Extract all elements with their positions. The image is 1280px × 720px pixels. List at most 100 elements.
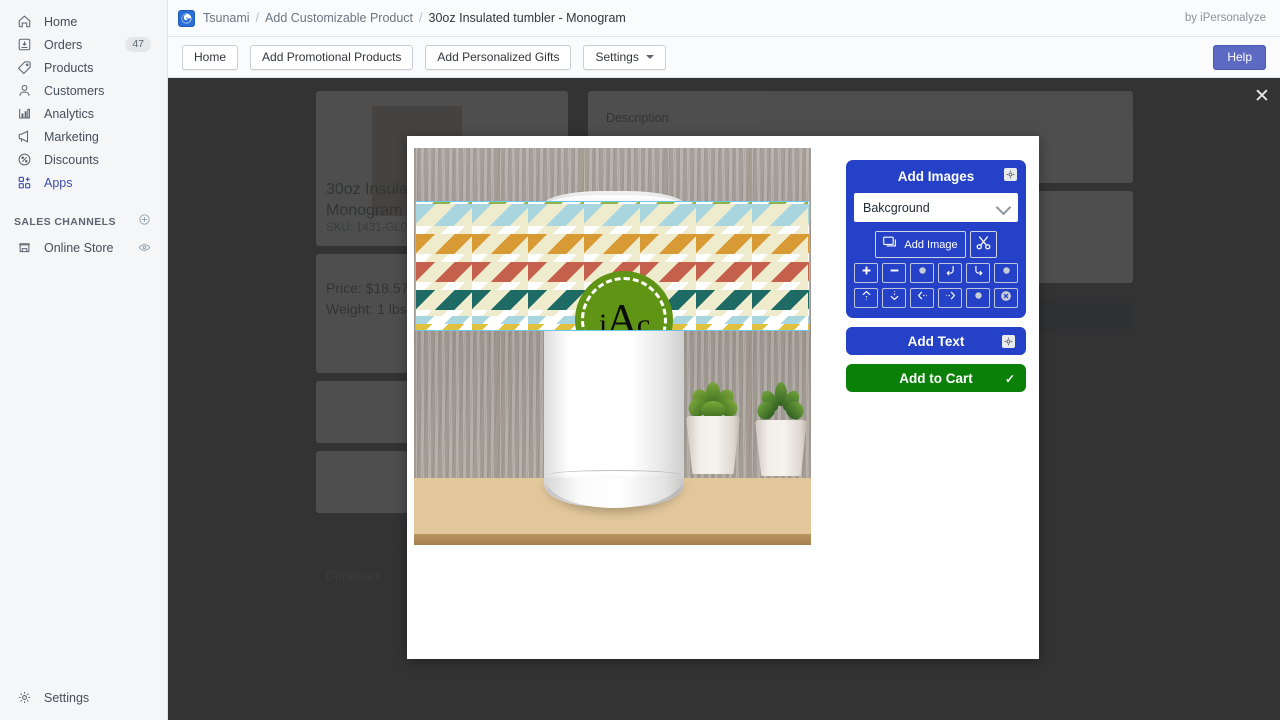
sidebar-item-orders[interactable]: Orders 47 <box>6 33 161 56</box>
artwork-layer-chevron[interactable]: jAc <box>415 201 810 331</box>
sidebar-item-online-store[interactable]: Online Store <box>6 236 161 259</box>
image-stack-icon <box>883 236 899 253</box>
breadcrumb-separator: / <box>255 11 260 25</box>
monogram-initial-left: j <box>598 308 607 331</box>
product-title-line1: 30oz Insula <box>326 181 408 198</box>
product-type-label: Product Type <box>326 537 400 551</box>
table-edge <box>414 534 811 545</box>
product-preview-canvas[interactable]: jAc <box>414 148 811 545</box>
image-tools-row-1 <box>854 263 1018 283</box>
zoom-out-button[interactable] <box>882 263 906 283</box>
sidebar-item-apps[interactable]: Apps <box>6 171 161 194</box>
sidebar-item-analytics[interactable]: Analytics <box>6 102 161 125</box>
sidebar-item-label: Home <box>44 14 78 29</box>
eye-icon[interactable] <box>138 241 151 254</box>
sidebar-item-products[interactable]: Products <box>6 56 161 79</box>
sidebar-item-label: Analytics <box>44 106 95 121</box>
product-title-line2: Monogram <box>326 202 403 219</box>
delete-circle-icon <box>999 289 1013 308</box>
tab-add-personalized-gifts[interactable]: Add Personalized Gifts <box>425 44 572 70</box>
rotate-right-icon <box>972 264 985 282</box>
circle-icon <box>972 289 985 307</box>
sidebar-item-label: Apps <box>44 175 73 190</box>
move-left-button[interactable] <box>910 288 934 308</box>
close-icon[interactable]: ✕ <box>1244 78 1280 114</box>
tsunami-wave-logo[interactable] <box>178 9 195 27</box>
monogram-text: jAc <box>598 298 650 331</box>
sidebar-item-label: Settings <box>44 690 90 705</box>
minus-icon <box>888 264 901 282</box>
sidebar-item-settings[interactable]: Settings <box>6 686 162 709</box>
settings-dropdown-button[interactable]: Settings <box>583 44 666 70</box>
image-layer-select[interactable]: Bakcground <box>854 193 1018 222</box>
tab-add-promotional-products[interactable]: Add Promotional Products <box>250 44 414 70</box>
image-tool-circle-1[interactable] <box>910 263 934 283</box>
apps-grid-icon <box>14 173 34 193</box>
add-text-button[interactable]: Add Text <box>846 327 1026 355</box>
succulent-pot-2 <box>752 382 810 478</box>
add-to-cart-button[interactable]: Add to Cart ✓ <box>846 364 1026 392</box>
breadcrumb-item-current: 30oz Insulated tumbler - Monogram <box>428 11 626 25</box>
crop-button[interactable] <box>969 231 997 258</box>
settings-dropdown-label: Settings <box>595 50 639 64</box>
customers-person-icon <box>14 81 34 101</box>
succulent-pot-1 <box>682 382 744 478</box>
move-down-icon <box>888 289 901 307</box>
add-images-section: Add Images Bakcground Add Image <box>846 160 1026 318</box>
sidebar-item-discounts[interactable]: Discounts <box>6 148 161 171</box>
byline: by iPersonalyze <box>1184 12 1266 24</box>
add-image-row: Add Image <box>854 231 1018 258</box>
sidebar: Home Orders 47 Products Customers Analyt… <box>0 0 168 720</box>
image-tool-circle-3[interactable] <box>966 288 990 308</box>
gear-icon[interactable] <box>1004 168 1017 181</box>
move-down-button[interactable] <box>882 288 906 308</box>
breadcrumb: Tsunami / Add Customizable Product / 30o… <box>203 11 626 25</box>
product-price: Price: $18.57 <box>326 280 409 296</box>
sidebar-item-customers[interactable]: Customers <box>6 79 161 102</box>
circle-icon <box>916 264 929 282</box>
tab-home[interactable]: Home <box>182 44 239 70</box>
sidebar-item-home[interactable]: Home <box>6 10 161 33</box>
delete-image-button[interactable] <box>994 288 1018 308</box>
breadcrumb-separator: / <box>419 11 423 25</box>
chevron-down-icon <box>645 55 654 59</box>
breadcrumb-item-section[interactable]: Add Customizable Product <box>265 11 413 25</box>
gear-icon[interactable] <box>1002 335 1015 348</box>
product-type-value: Drinkware <box>326 569 383 583</box>
rotate-right-button[interactable] <box>966 263 990 283</box>
marketing-megaphone-icon <box>14 127 34 147</box>
sidebar-item-label: Customers <box>44 83 105 98</box>
help-button[interactable]: Help <box>1213 44 1266 70</box>
image-tools-row-2 <box>854 288 1018 308</box>
add-image-button[interactable]: Add Image <box>875 231 966 258</box>
rotate-left-button[interactable] <box>938 263 962 283</box>
pot-body-2 <box>755 420 807 476</box>
online-store-icon <box>14 238 34 258</box>
move-up-button[interactable] <box>854 288 878 308</box>
image-tool-circle-2[interactable] <box>994 263 1018 283</box>
sidebar-item-label: Marketing <box>44 129 99 144</box>
breadcrumb-item-shop[interactable]: Tsunami <box>203 11 250 25</box>
sidebar-section-sales-channels: SALES CHANNELS <box>6 212 161 232</box>
orders-icon <box>14 35 34 55</box>
plus-icon <box>860 264 873 282</box>
monogram-initial-right: c <box>636 308 650 331</box>
sidebar-item-label: Orders <box>44 37 83 52</box>
zoom-in-button[interactable] <box>854 263 878 283</box>
products-tag-icon <box>14 58 34 78</box>
circle-icon <box>1000 264 1013 282</box>
rotate-left-icon <box>944 264 957 282</box>
move-right-button[interactable] <box>938 288 962 308</box>
analytics-bars-icon <box>14 104 34 124</box>
discounts-percent-icon <box>14 150 34 170</box>
product-weight: Weight: 1 lbs <box>326 301 407 317</box>
product-sku: SKU: 1431-GL0 <box>326 222 408 234</box>
sidebar-item-label: Products <box>44 60 94 75</box>
sidebar-item-marketing[interactable]: Marketing <box>6 125 161 148</box>
move-right-icon <box>944 289 957 307</box>
add-text-label: Add Text <box>907 333 965 349</box>
plus-circle-icon[interactable] <box>138 213 151 231</box>
image-layer-select-value: Bakcground <box>863 200 930 215</box>
app-header: Tsunami / Add Customizable Product / 30o… <box>168 0 1280 37</box>
move-left-icon <box>916 289 929 307</box>
